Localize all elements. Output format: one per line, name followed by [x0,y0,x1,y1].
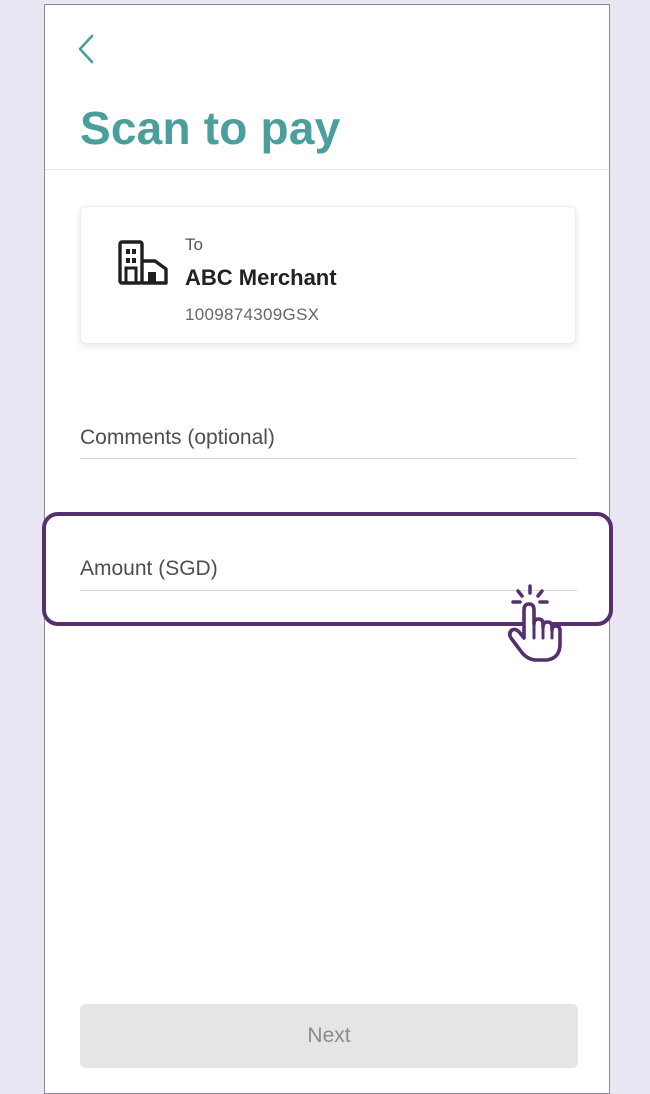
phone-screen: Scan to pay To ABC Merchant 1009874309GS… [44,4,610,1094]
next-button[interactable]: Next [80,1004,578,1068]
page-title: Scan to pay [80,102,341,154]
merchant-id: 1009874309GSX [185,305,320,324]
back-button[interactable] [71,31,101,67]
amount-field[interactable]: Amount (SGD) [80,553,577,591]
comments-field[interactable]: Comments (optional) [80,420,577,459]
to-label: To [185,235,203,254]
chevron-left-icon [78,34,94,64]
amount-placeholder: Amount (SGD) [80,557,218,580]
merchant-card: To ABC Merchant 1009874309GSX [80,206,576,344]
header-divider [45,169,609,170]
building-icon [118,240,168,285]
merchant-name: ABC Merchant [185,265,337,290]
comments-placeholder: Comments (optional) [80,426,275,449]
